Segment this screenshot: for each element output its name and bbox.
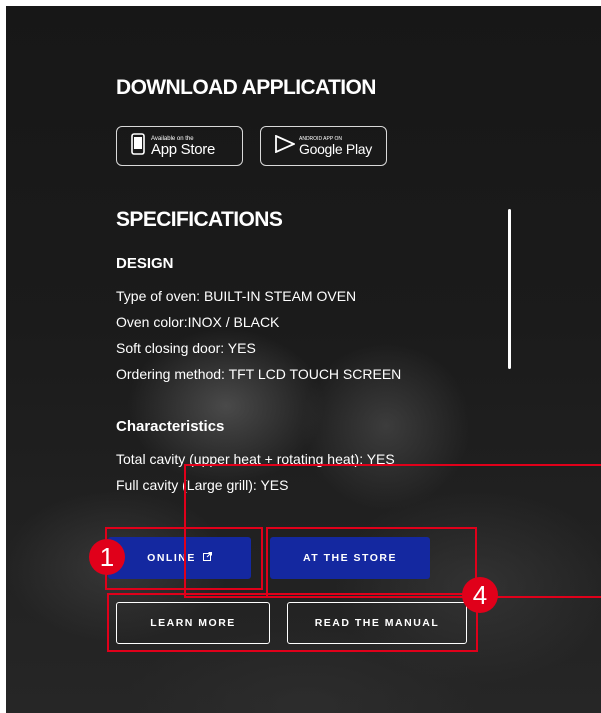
product-panel: DOWNLOAD APPLICATION Available on the Ap… <box>6 6 601 713</box>
annotation-badge-4: 4 <box>462 577 498 613</box>
spec-line: Full cavity (Large grill): YES <box>116 477 289 493</box>
app-store-label: App Store <box>151 140 216 158</box>
spec-line: Total cavity (upper heat + rotating heat… <box>116 451 395 467</box>
at-store-button[interactable]: AT THE STORE <box>270 537 430 579</box>
annotation-badge-1: 1 <box>89 539 125 575</box>
spec-line: Type of oven: BUILT-IN STEAM OVEN <box>116 288 357 304</box>
play-icon <box>275 134 297 158</box>
spec-line: Ordering method: TFT LCD TOUCH SCREEN <box>116 366 402 382</box>
app-store-badge[interactable]: Available on the App Store <box>116 126 243 166</box>
google-play-badge[interactable]: ANDROID APP ON Google Play <box>260 126 387 166</box>
design-heading: DESIGN <box>116 255 174 272</box>
learn-more-button[interactable]: LEARN MORE <box>116 602 270 644</box>
spec-scrollbar[interactable] <box>508 209 511 369</box>
google-play-label: Google Play <box>299 140 372 157</box>
read-manual-button[interactable]: READ THE MANUAL <box>287 602 467 644</box>
download-title: DOWNLOAD APPLICATION <box>116 76 376 99</box>
external-link-icon <box>202 552 212 564</box>
spec-line: Oven color:INOX / BLACK <box>116 314 280 330</box>
spec-line: Soft closing door: YES <box>116 340 256 356</box>
online-label: ONLINE <box>147 552 196 564</box>
characteristics-heading: Characteristics <box>116 418 225 435</box>
phone-icon <box>131 132 145 160</box>
specifications-title: SPECIFICATIONS <box>116 208 283 231</box>
online-button[interactable]: ONLINE <box>108 537 251 579</box>
